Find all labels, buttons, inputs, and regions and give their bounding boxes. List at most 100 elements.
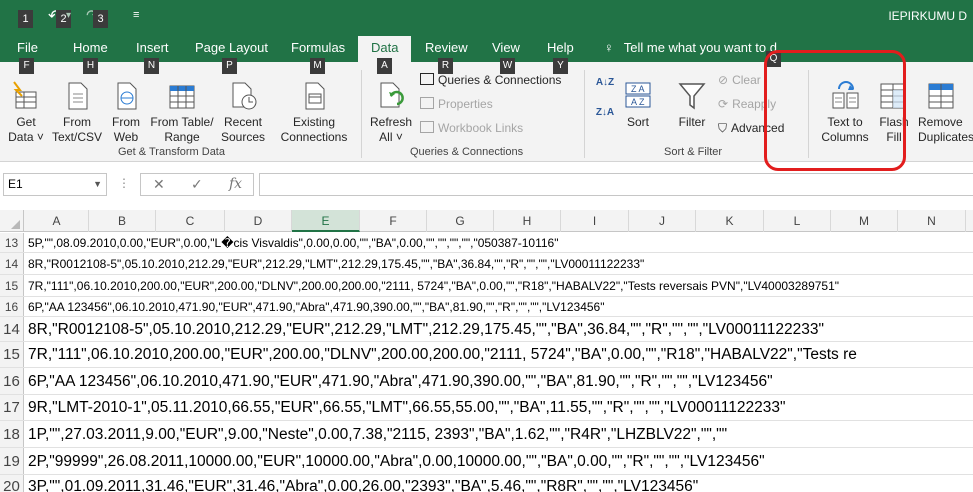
existing-conn-line1: Existing xyxy=(292,115,336,129)
name-box[interactable]: E1 ▼ xyxy=(3,173,107,196)
highlight-annotation xyxy=(764,50,906,171)
from-table-range-button[interactable]: From Table/ Range xyxy=(148,80,216,145)
sheet-grid[interactable]: 13 5P,"",08.09.2010,0.00,"EUR",0.00,"L�c… xyxy=(0,233,973,492)
workbook-links-button[interactable]: Workbook Links xyxy=(420,119,523,137)
row-header[interactable]: 16 xyxy=(0,368,24,394)
filter-button[interactable]: Filter xyxy=(672,80,712,130)
table-row[interactable]: 14 8R,"R0012108-5",05.10.2010,212.29,"EU… xyxy=(0,253,973,275)
cell-text: 3P,"",01.09.2011,31.46,"EUR",31.46,"Abra… xyxy=(28,478,699,492)
refresh-all-button[interactable]: Refresh All ˅ xyxy=(367,80,415,145)
column-header-a[interactable]: A xyxy=(25,210,89,232)
database-icon xyxy=(10,80,42,112)
group-label-sort-filter: Sort & Filter xyxy=(664,146,723,158)
row-header[interactable]: 14 xyxy=(0,253,24,274)
keytip-insert: N xyxy=(144,58,159,74)
column-header-g[interactable]: G xyxy=(427,210,494,232)
sort-za-button[interactable]: Z↓A xyxy=(594,104,616,120)
row-header[interactable]: 17 xyxy=(0,395,24,420)
cancel-icon[interactable]: ✕ xyxy=(153,176,165,193)
formula-buttons: ✕ ✓ fx xyxy=(140,173,254,196)
table-row[interactable]: 15 7R,"111",06.10.2010,200.00,"EUR",200.… xyxy=(0,342,973,368)
formula-bar-splitter[interactable]: ⋮ xyxy=(118,176,131,190)
keytip-view: W xyxy=(500,58,515,74)
get-data-line1: Get xyxy=(16,115,36,129)
keytip-formulas: M xyxy=(310,58,325,74)
column-header-c[interactable]: C xyxy=(156,210,225,232)
from-web-line1: From xyxy=(112,115,140,129)
title-bar: 1 ↶ 2 ▾ ↷ 3 ≡ IEPIRKUMU D xyxy=(0,0,973,36)
links-icon xyxy=(420,121,434,133)
svg-text:A Z: A Z xyxy=(631,97,645,107)
from-table-line2: Range xyxy=(164,130,200,144)
table-row[interactable]: 18 1P,"",27.03.2011,9.00,"EUR",9.00,"Nes… xyxy=(0,421,973,448)
table-row[interactable]: 16 6P,"AA 123456",06.10.2010,471.90,"EUR… xyxy=(0,368,973,395)
filter-label: Filter xyxy=(678,115,706,129)
from-text-line2: Text/CSV xyxy=(51,130,102,144)
properties-button[interactable]: Properties xyxy=(420,95,493,113)
sort-button[interactable]: Z A A Z Sort xyxy=(620,80,656,130)
table-row[interactable]: 14 8R,"R0012108-5",05.10.2010,212.29,"EU… xyxy=(0,317,973,342)
keytip-3: 3 xyxy=(93,10,108,28)
row-header[interactable]: 18 xyxy=(0,421,24,447)
remove-dup-line1: Remove xyxy=(918,115,963,129)
recent-sources-button[interactable]: Recent Sources xyxy=(219,80,267,145)
clock-document-icon xyxy=(227,80,259,112)
row-header[interactable]: 15 xyxy=(0,342,24,367)
queries-icon xyxy=(420,73,434,85)
column-header-k[interactable]: K xyxy=(696,210,764,232)
clear-filter-button[interactable]: ⊘ Clear xyxy=(718,71,761,89)
sort-az-button[interactable]: A↓Z xyxy=(594,74,616,90)
row-header[interactable]: 15 xyxy=(0,275,24,296)
column-header-d[interactable]: D xyxy=(225,210,292,232)
column-header-e[interactable]: E xyxy=(292,210,360,232)
cell-text: 9R,"LMT-2010-1",05.11.2010,66.55,"EUR",6… xyxy=(28,399,786,416)
column-headers: A B C D E F G H I J K L M N xyxy=(0,210,973,232)
row-header[interactable]: 19 xyxy=(0,448,24,474)
column-header-m[interactable]: M xyxy=(831,210,898,232)
row-header[interactable]: 16 xyxy=(0,297,24,316)
from-web-button[interactable]: From Web xyxy=(108,80,144,145)
row-header[interactable]: 14 xyxy=(0,317,24,341)
chevron-down-icon[interactable]: ▼ xyxy=(93,174,102,195)
insert-function-icon[interactable]: fx xyxy=(229,176,242,192)
table-row[interactable]: 19 2P,"99999",26.08.2011,10000.00,"EUR",… xyxy=(0,448,973,475)
enter-icon[interactable]: ✓ xyxy=(191,176,203,193)
undo-dropdown-icon[interactable]: ▾ xyxy=(66,10,71,21)
column-header-b[interactable]: B xyxy=(89,210,156,232)
svg-text:Z A: Z A xyxy=(631,84,645,94)
column-header-n[interactable]: N xyxy=(898,210,966,232)
workbook-links-label: Workbook Links xyxy=(438,121,524,135)
table-row[interactable]: 20 3P,"",01.09.2011,31.46,"EUR",31.46,"A… xyxy=(0,475,973,492)
select-all-button[interactable] xyxy=(0,210,24,232)
reapply-icon: ⟳ xyxy=(718,97,729,111)
sort-dialog-icon: Z A A Z xyxy=(622,80,654,112)
sort-label: Sort xyxy=(626,115,649,129)
keytip-1: 1 xyxy=(18,10,33,28)
customize-qat-icon[interactable]: ≡ xyxy=(133,9,139,21)
column-header-i[interactable]: I xyxy=(561,210,629,232)
keytip-file: F xyxy=(19,58,34,74)
column-header-f[interactable]: F xyxy=(360,210,427,232)
table-row[interactable]: 13 5P,"",08.09.2010,0.00,"EUR",0.00,"L�c… xyxy=(0,233,973,253)
cell-text: 1P,"",27.03.2011,9.00,"EUR",9.00,"Neste"… xyxy=(28,426,728,443)
table-row[interactable]: 15 7R,"111",06.10.2010,200.00,"EUR",200.… xyxy=(0,275,973,297)
existing-connections-button[interactable]: Existing Connections xyxy=(276,80,352,145)
row-header[interactable]: 13 xyxy=(0,233,24,252)
tell-me-search[interactable]: ♀ Tell me what you want to d xyxy=(604,36,777,62)
keytip-data: A xyxy=(377,58,392,74)
column-header-j[interactable]: J xyxy=(629,210,696,232)
get-data-button[interactable]: Get Data ˅ xyxy=(6,80,46,145)
remove-duplicates-button[interactable]: Remove Duplicates xyxy=(918,80,973,145)
group-separator xyxy=(584,70,585,158)
table-row[interactable]: 16 6P,"AA 123456",06.10.2010,471.90,"EUR… xyxy=(0,297,973,317)
column-header-l[interactable]: L xyxy=(764,210,831,232)
refresh-line1: Refresh xyxy=(369,115,413,129)
column-header-h[interactable]: H xyxy=(494,210,561,232)
from-text-csv-button[interactable]: From Text/CSV xyxy=(50,80,104,145)
cell-text: 6P,"AA 123456",06.10.2010,471.90,"EUR",4… xyxy=(28,300,605,314)
table-row[interactable]: 17 9R,"LMT-2010-1",05.11.2010,66.55,"EUR… xyxy=(0,395,973,421)
formula-input[interactable] xyxy=(259,173,973,196)
clear-filter-icon: ⊘ xyxy=(718,73,729,87)
sort-za-icon: Z↓A xyxy=(595,107,615,118)
row-header[interactable]: 20 xyxy=(0,475,24,492)
